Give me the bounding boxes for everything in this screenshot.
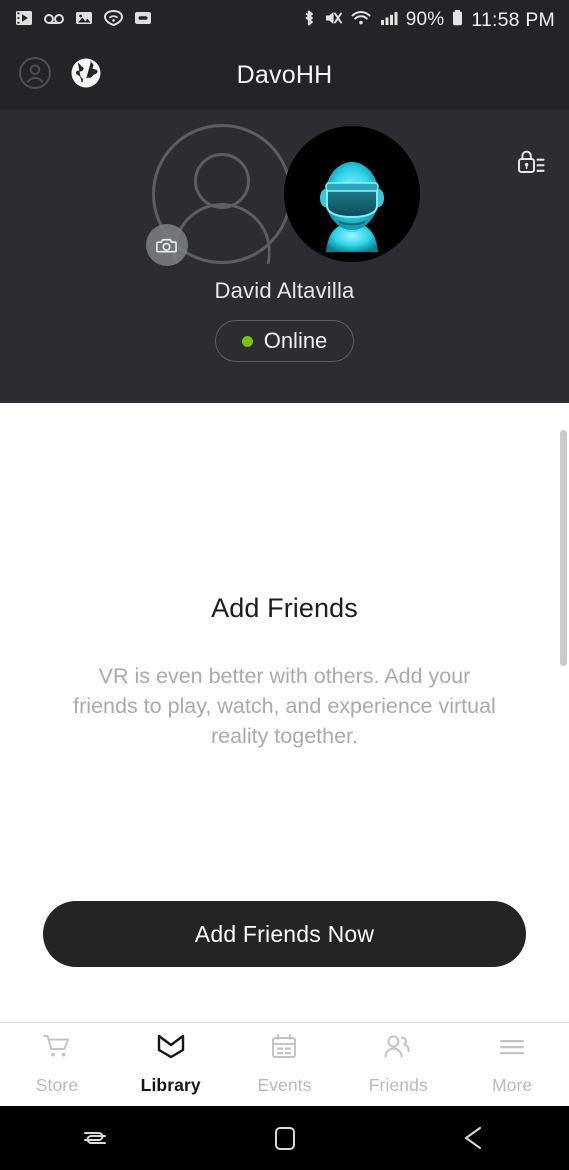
app-header: DavoHH [0, 40, 569, 110]
back-icon[interactable] [379, 1121, 569, 1155]
status-dot-icon [241, 335, 253, 347]
status-bar: 90% 11:58 PM [0, 0, 569, 40]
tab-more[interactable]: More [455, 1023, 569, 1106]
tab-label-friends: Friends [368, 1075, 428, 1095]
tab-friends[interactable]: Friends [341, 1023, 455, 1106]
tab-label-more: More [491, 1075, 533, 1095]
clock-label: 11:58 PM [471, 8, 555, 31]
avatar-group [140, 124, 430, 266]
status-bar-left-icons [14, 8, 153, 33]
person-circle-icon[interactable] [18, 56, 52, 95]
tab-events[interactable]: Events [228, 1023, 342, 1106]
tab-store[interactable]: Store [0, 1023, 114, 1106]
status-bar-right-icons: 90% 11:58 PM [302, 8, 555, 33]
menu-icon [497, 1033, 527, 1066]
android-nav-bar [0, 1106, 569, 1170]
add-friends-now-button[interactable]: Add Friends Now [43, 901, 526, 967]
wifi-icon [350, 8, 372, 33]
bottom-tab-bar: Store Library Events Friends More [0, 1022, 569, 1106]
recents-icon[interactable] [0, 1121, 190, 1155]
home-icon[interactable] [190, 1123, 380, 1153]
tab-library[interactable]: Library [114, 1023, 228, 1106]
people-icon [382, 1033, 414, 1066]
phone-screen: 90% 11:58 PM DavoHH David Altavilla Onli… [0, 0, 569, 1170]
privacy-lock-icon[interactable] [509, 140, 553, 184]
battery-icon [451, 8, 464, 33]
globe-icon[interactable] [69, 56, 103, 95]
profile-name: David Altavilla [214, 278, 355, 303]
mute-icon [323, 8, 343, 33]
tab-label-store: Store [35, 1075, 79, 1095]
calendar-icon [269, 1033, 299, 1066]
video-player-icon [14, 8, 34, 33]
profile-panel: David Altavilla Online [0, 110, 569, 666]
main-content: Add Friends VR is even better with other… [0, 403, 569, 1022]
tab-label-events: Events [257, 1075, 312, 1095]
vr-avatar-icon[interactable] [283, 126, 420, 262]
capsule-icon [133, 8, 153, 33]
tab-label-library: Library [140, 1075, 201, 1095]
empty-state-description: VR is even better with others. Add your … [73, 664, 496, 748]
book-icon [156, 1033, 186, 1066]
empty-state-title: Add Friends [211, 593, 358, 623]
battery-percent-label: 90% [405, 9, 445, 30]
scrollbar-thumb[interactable] [560, 430, 567, 666]
photo-icon [74, 8, 94, 33]
status-badge[interactable]: Online [214, 320, 355, 362]
cellular-signal-icon [379, 8, 399, 33]
bluetooth-icon [302, 8, 316, 33]
person-placeholder-icon [193, 153, 250, 209]
cart-icon [42, 1033, 72, 1066]
status-label: Online [263, 328, 328, 353]
wifi-shield-icon [103, 8, 124, 33]
camera-icon[interactable] [145, 224, 188, 266]
voicemail-icon [43, 8, 65, 33]
